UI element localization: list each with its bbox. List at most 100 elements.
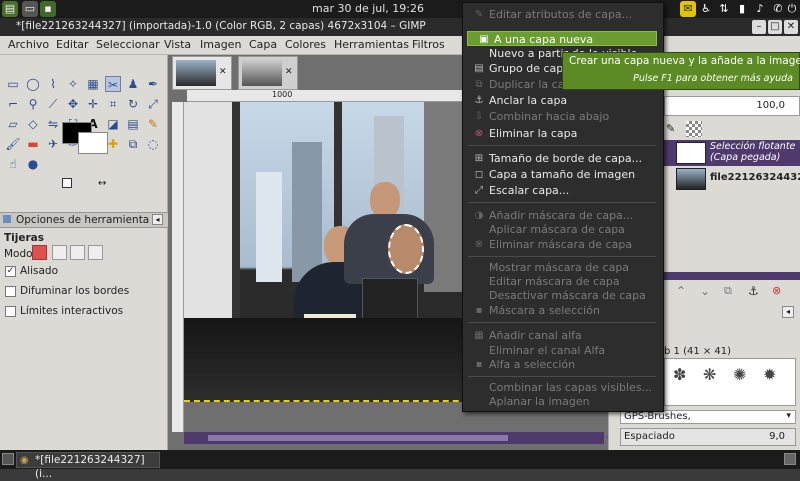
vertical-ruler[interactable]: [172, 102, 184, 432]
menu-item-mask-to-selection[interactable]: ▪ Máscara a selección: [463, 303, 663, 318]
menu-item-delete-layer[interactable]: ⊗ Eliminar la capa: [463, 126, 663, 141]
power-icon[interactable]: ⏻: [784, 1, 800, 17]
menu-item-alpha-to-selection[interactable]: ▪ Alfa a selección: [463, 357, 663, 372]
anchor-layer-icon[interactable]: ⚓: [748, 284, 759, 298]
lock-alpha-icon[interactable]: [686, 121, 702, 137]
layers-scrollbar[interactable]: [662, 272, 800, 280]
swap-colors-icon[interactable]: ↔: [98, 178, 106, 189]
menu-item-delete-layer-mask[interactable]: ⊗ Eliminar máscara de capa: [463, 237, 663, 252]
menu-item-edit-layer-mask[interactable]: Editar máscara de capa: [463, 274, 663, 289]
menu-item-disable-layer-mask[interactable]: Desactivar máscara de capa: [463, 288, 663, 303]
menu-filtros[interactable]: Filtros: [412, 38, 445, 51]
color-select-tool-icon[interactable]: ▦: [85, 76, 101, 92]
floating-selection[interactable]: [388, 224, 424, 274]
tab-menu-button[interactable]: ◂: [152, 214, 163, 225]
menu-item-layer-to-image-size[interactable]: ◻ Capa a tamaño de imagen: [463, 167, 663, 182]
image-tab-active[interactable]: ✕: [172, 56, 232, 90]
delete-layer-icon[interactable]: ⊗: [772, 284, 781, 297]
crop-tool-icon[interactable]: ⌗: [105, 96, 121, 112]
flip-tool-icon[interactable]: ⇋: [45, 116, 61, 132]
brush-swatch-icon[interactable]: ❋: [703, 365, 716, 384]
menu-item-scale-layer[interactable]: ⤢ Escalar capa...: [463, 183, 663, 198]
brush-category-select[interactable]: GPS-Brushes, ▾: [620, 410, 796, 424]
lower-layer-icon[interactable]: ⌄: [700, 284, 710, 298]
menu-herramientas[interactable]: Herramientas: [334, 38, 409, 51]
bucket-fill-tool-icon[interactable]: ◪: [105, 116, 121, 132]
menu-item-merge-down[interactable]: ⇩ Combinar hacia abajo: [463, 109, 663, 124]
apps-menu-icon[interactable]: ▤: [2, 1, 18, 17]
close-button[interactable]: ✕: [784, 20, 798, 34]
interactive-boundary-checkbox[interactable]: [5, 306, 16, 317]
perspective-tool-icon[interactable]: ◇: [25, 116, 41, 132]
menu-item-add-alpha-channel[interactable]: ▦ Añadir canal alfa: [463, 328, 663, 343]
zoom-tool-icon[interactable]: ⚲: [25, 96, 41, 112]
blend-tool-icon[interactable]: ▤: [125, 116, 141, 132]
menu-item-new-layer[interactable]: ▣ A una capa nueva: [467, 31, 657, 46]
free-select-tool-icon[interactable]: ⌇: [45, 76, 61, 92]
eraser-tool-icon[interactable]: ▬: [25, 136, 41, 152]
tool-options-tab[interactable]: Opciones de herramienta: [16, 214, 149, 226]
window-title-bar[interactable]: *[file221263244327] (importada)-1.0 (Col…: [0, 18, 800, 36]
paths-tool-icon[interactable]: ✒: [145, 76, 161, 92]
volume-icon[interactable]: ♪: [752, 1, 768, 17]
minimize-button[interactable]: –: [752, 20, 766, 34]
menu-item-merge-visible-layers[interactable]: Combinar las capas visibles...: [463, 380, 663, 395]
show-desktop-icon[interactable]: [2, 453, 14, 465]
mode-intersect-button[interactable]: [88, 245, 103, 260]
menu-capa[interactable]: Capa: [249, 38, 277, 51]
close-tab-icon[interactable]: ✕: [285, 67, 293, 77]
accessibility-icon[interactable]: ♿: [698, 1, 714, 17]
mail-icon[interactable]: ✉: [680, 1, 696, 17]
duplicate-layer-icon[interactable]: ⧉: [724, 284, 732, 298]
mode-subtract-button[interactable]: [70, 245, 85, 260]
close-tab-icon[interactable]: ✕: [219, 67, 227, 77]
image-tab[interactable]: ✕: [238, 56, 298, 90]
menu-vista[interactable]: Vista: [164, 38, 191, 51]
dodge-burn-tool-icon[interactable]: ●: [25, 156, 41, 172]
menu-archivo[interactable]: Archivo: [8, 38, 49, 51]
raise-layer-icon[interactable]: ⌃: [676, 284, 686, 298]
default-colors-icon[interactable]: [62, 178, 72, 188]
taskbar-window-button[interactable]: ◉ *[file221263244327] (i...: [16, 452, 160, 480]
brush-swatch-icon[interactable]: ✺: [733, 365, 746, 384]
align-tool-icon[interactable]: ✛: [85, 96, 101, 112]
airbrush-tool-icon[interactable]: ✈: [45, 136, 61, 152]
menu-colores[interactable]: Colores: [285, 38, 326, 51]
pencil-tool-icon[interactable]: ✎: [145, 116, 161, 132]
fuzzy-select-tool-icon[interactable]: ✧: [65, 76, 81, 92]
maximize-button[interactable]: □: [768, 20, 782, 34]
terminal-icon[interactable]: ▪: [40, 1, 56, 17]
opacity-field[interactable]: 100,0: [664, 96, 800, 116]
menu-editar[interactable]: Editar: [56, 38, 89, 51]
files-icon[interactable]: ▭: [22, 1, 38, 17]
smudge-tool-icon[interactable]: ☝: [5, 156, 21, 172]
background-color-swatch[interactable]: [78, 132, 108, 154]
menu-item-apply-layer-mask[interactable]: Aplicar máscara de capa: [463, 222, 663, 237]
mode-replace-button[interactable]: [32, 245, 47, 260]
horizontal-scrollbar[interactable]: [184, 432, 604, 444]
lock-brush-icon[interactable]: ✎: [666, 122, 680, 136]
scale-tool-icon[interactable]: ⤢: [145, 96, 161, 112]
menu-item-remove-alpha-channel[interactable]: Eliminar el canal Alfa: [463, 343, 663, 358]
spacing-slider[interactable]: Espaciado 9,0: [620, 428, 796, 446]
foreground-select-tool-icon[interactable]: ♟: [125, 76, 141, 92]
menu-item-layer-boundary-size[interactable]: ⊞ Tamaño de borde de capa...: [463, 151, 663, 166]
paintbrush-tool-icon[interactable]: 🖌: [5, 136, 21, 152]
brushes-tab-menu-button[interactable]: ◂: [782, 306, 794, 318]
blur-tool-icon[interactable]: ◌: [145, 136, 161, 152]
move-tool-icon[interactable]: ✥: [65, 96, 81, 112]
rotate-tool-icon[interactable]: ↻: [125, 96, 141, 112]
battery-icon[interactable]: ▮: [734, 1, 750, 17]
menu-item-anchor-layer[interactable]: ⚓ Anclar la capa: [463, 93, 663, 108]
menu-item-add-layer-mask[interactable]: ◑ Añadir máscara de capa...: [463, 208, 663, 223]
layer-row-base[interactable]: file221263244327: [662, 166, 800, 192]
layer-row-floating[interactable]: Selección flotante (Capa pegada): [662, 140, 800, 166]
brush-swatch-icon[interactable]: ✽: [673, 365, 686, 384]
brushes-grid[interactable]: ✽ ❋ ✺ ✹: [664, 358, 796, 406]
menu-item-edit-layer-attributes[interactable]: ✎ Editar atributos de capa...: [463, 7, 663, 22]
measure-tool-icon[interactable]: ⟋: [45, 96, 61, 112]
workspace-switcher[interactable]: [784, 453, 796, 465]
ellipse-select-tool-icon[interactable]: ◯: [25, 76, 41, 92]
antialias-checkbox[interactable]: ✓: [5, 266, 16, 277]
mode-add-button[interactable]: [52, 245, 67, 260]
